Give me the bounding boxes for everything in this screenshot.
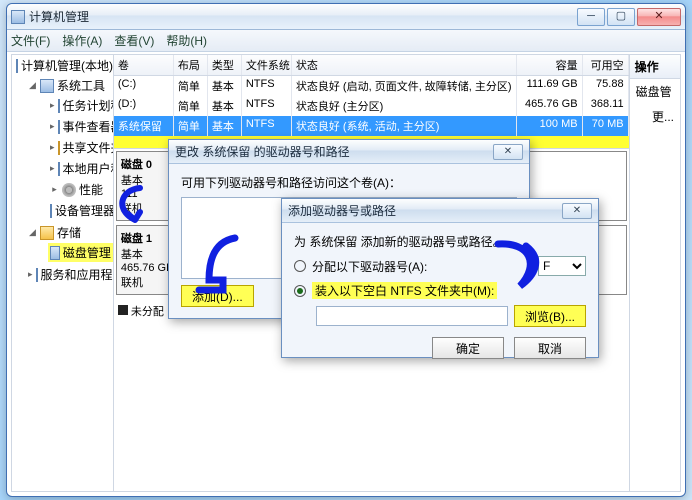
dlg2-titlebar[interactable]: 添加驱动器号或路径 ✕ — [282, 199, 598, 223]
minimize-button[interactable]: ─ — [577, 8, 605, 26]
actions-pane: 操作 磁盘管 更... — [630, 54, 681, 492]
actions-header: 操作 — [630, 55, 680, 79]
col-layout[interactable]: 布局 — [174, 55, 208, 75]
tree-task-scheduler[interactable]: ▸任务计划程序 — [48, 96, 113, 115]
dlg2-prompt: 为 系统保留 添加新的驱动器号或路径。 — [294, 233, 586, 250]
col-fs[interactable]: 文件系统 — [242, 55, 292, 75]
col-free[interactable]: 可用空 — [583, 55, 629, 75]
titlebar[interactable]: 计算机管理 ─ ▢ ✕ — [7, 4, 685, 30]
dlg2-close-button[interactable]: ✕ — [562, 203, 592, 219]
actions-more[interactable]: 更... — [630, 104, 680, 129]
volume-table[interactable]: 卷 布局 类型 文件系统 状态 容量 可用空 (C:)简单基本NTFS状态良好 … — [114, 55, 629, 148]
computer-icon — [16, 59, 18, 73]
add-drive-letter-dialog: 添加驱动器号或路径 ✕ 为 系统保留 添加新的驱动器号或路径。 分配以下驱动器号… — [281, 198, 599, 358]
tree-local-users[interactable]: ▸本地用户和组 — [48, 159, 113, 178]
menu-help[interactable]: 帮助(H) — [166, 32, 207, 49]
close-button[interactable]: ✕ — [637, 8, 681, 26]
menu-view[interactable]: 查看(V) — [114, 32, 154, 49]
dlg1-prompt: 可用下列驱动器号和路径访问这个卷(A)： — [181, 174, 517, 191]
tree-device-manager[interactable]: 设备管理器 — [48, 201, 113, 220]
volume-row[interactable]: 系统保留简单基本NTFS状态良好 (系统, 活动, 主分区)100 MB70 M… — [114, 116, 629, 136]
collapse-icon[interactable]: ◢ — [28, 81, 37, 90]
dlg1-titlebar[interactable]: 更改 系统保留 的驱动器号和路径 ✕ — [169, 140, 529, 164]
actions-disk[interactable]: 磁盘管 — [630, 79, 680, 104]
cancel-button[interactable]: 取消 — [514, 337, 586, 359]
menu-file[interactable]: 文件(F) — [11, 32, 50, 49]
col-type[interactable]: 类型 — [208, 55, 242, 75]
label-mount-folder: 装入以下空白 NTFS 文件夹中(M): — [312, 282, 497, 299]
label-assign-letter: 分配以下驱动器号(A): — [312, 258, 427, 275]
add-button[interactable]: 添加(D)... — [181, 285, 254, 307]
volume-row[interactable]: (D:)简单基本NTFS状态良好 (主分区)465.76 GB368.11 — [114, 96, 629, 116]
radio-mount-folder[interactable] — [294, 285, 306, 297]
tree-disk-management[interactable]: 磁盘管理 — [48, 243, 113, 262]
dlg1-close-button[interactable]: ✕ — [493, 144, 523, 160]
dlg2-title: 添加驱动器号或路径 — [288, 202, 562, 219]
ok-button[interactable]: 确定 — [432, 337, 504, 359]
nav-tree[interactable]: 计算机管理(本地) ◢系统工具 ▸任务计划程序 ▸事件查看器 ▸共享文件夹 ▸本… — [11, 54, 114, 492]
col-volume[interactable]: 卷 — [114, 55, 174, 75]
radio-assign-letter[interactable] — [294, 260, 306, 272]
drive-letter-select[interactable]: F — [538, 256, 586, 276]
menubar: 文件(F) 操作(A) 查看(V) 帮助(H) — [7, 30, 685, 52]
menu-action[interactable]: 操作(A) — [62, 32, 102, 49]
col-status[interactable]: 状态 — [292, 55, 517, 75]
maximize-button[interactable]: ▢ — [607, 8, 635, 26]
window-title: 计算机管理 — [29, 8, 577, 25]
tree-shared-folders[interactable]: ▸共享文件夹 — [48, 138, 113, 157]
tree-performance[interactable]: ▸性能 — [48, 180, 113, 199]
volume-row[interactable]: (C:)简单基本NTFS状态良好 (启动, 页面文件, 故障转储, 主分区)11… — [114, 76, 629, 96]
col-cap[interactable]: 容量 — [517, 55, 583, 75]
collapse-icon[interactable]: ◢ — [28, 228, 37, 237]
tools-icon — [40, 79, 54, 93]
dlg1-title: 更改 系统保留 的驱动器号和路径 — [175, 143, 493, 160]
app-icon — [11, 10, 25, 24]
tree-event-viewer[interactable]: ▸事件查看器 — [48, 117, 113, 136]
storage-icon — [40, 226, 54, 240]
mount-path-input[interactable] — [316, 306, 508, 326]
tree-services[interactable]: ▸服务和应用程序 — [26, 265, 113, 284]
browse-button[interactable]: 浏览(B)... — [514, 305, 586, 327]
